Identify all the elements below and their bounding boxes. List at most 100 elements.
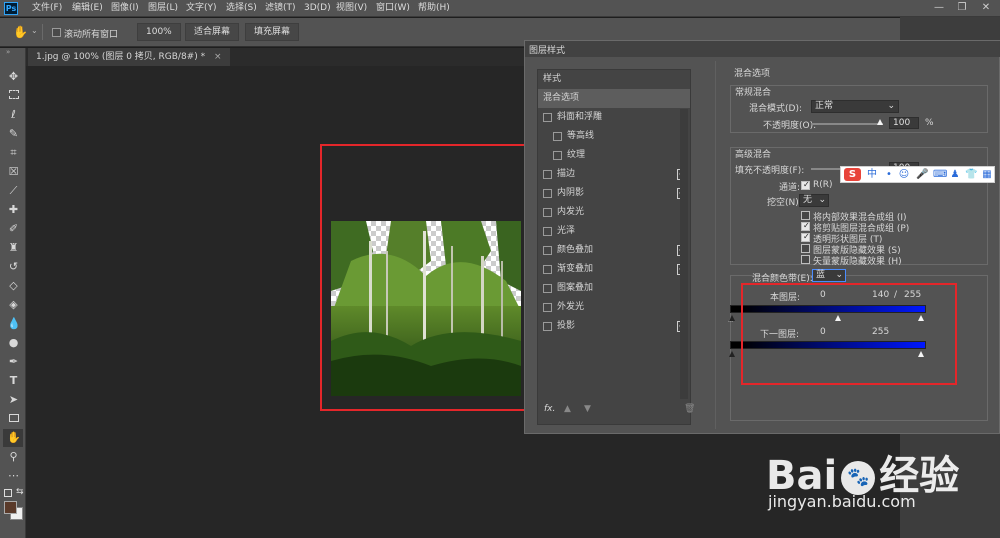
opacity-slider-thumb[interactable] [877, 119, 883, 125]
menu-help[interactable]: 帮助(H) [418, 2, 450, 15]
style-item[interactable]: 光泽 [538, 222, 690, 241]
menu-edit[interactable]: 编辑(E) [72, 2, 103, 15]
style-item-checkbox[interactable] [543, 170, 552, 179]
quick-select-icon[interactable]: ✎ [7, 127, 20, 140]
style-item[interactable]: 渐变叠加+ [538, 260, 690, 279]
sogou-logo[interactable]: S [844, 168, 861, 181]
punctuation-icon[interactable]: • [883, 169, 895, 181]
style-item-checkbox[interactable] [553, 132, 562, 141]
history-brush-icon[interactable]: ↺ [7, 260, 20, 273]
blend-mode-select[interactable]: 正常 ⌄ [811, 100, 899, 113]
move-up-icon[interactable]: ▲ [564, 404, 571, 414]
style-item[interactable]: 描边+ [538, 165, 690, 184]
move-down-icon[interactable]: ▼ [584, 404, 591, 414]
style-item-checkbox[interactable] [543, 189, 552, 198]
styles-header[interactable]: 样式 [538, 70, 690, 89]
this-layer-black-thumb[interactable] [729, 315, 735, 321]
crop-icon[interactable]: ⌗ [7, 146, 20, 159]
zoom-icon[interactable]: ⚲ [7, 450, 20, 463]
advanced-option-checkbox[interactable] [801, 221, 810, 231]
menu-image[interactable]: 图像(I) [111, 2, 139, 15]
eyedropper-icon[interactable]: ⟋ [7, 184, 20, 197]
fill-screen-button[interactable]: 填充屏幕 [245, 23, 300, 41]
lasso-icon[interactable]: ℓ [7, 108, 20, 121]
mic-icon[interactable]: 🎤 [916, 169, 928, 181]
eraser-icon[interactable]: ◇ [7, 279, 20, 292]
style-item[interactable]: 内发光 [538, 203, 690, 222]
style-item-checkbox[interactable] [553, 151, 562, 160]
style-item[interactable]: 斜面和浮雕 [538, 108, 690, 127]
frame-icon[interactable]: ☒ [7, 165, 20, 178]
zoom-100-button[interactable]: 100% [137, 23, 181, 41]
brush-icon[interactable]: ✐ [7, 222, 20, 235]
pen-icon[interactable]: ✒ [7, 355, 20, 368]
path-select-icon[interactable]: ➤ [7, 393, 20, 406]
minimize-button[interactable]: — [928, 1, 950, 15]
blur-icon[interactable]: 💧 [7, 317, 21, 330]
menu-filter[interactable]: 滤镜(T) [265, 2, 296, 15]
type-icon[interactable]: T [7, 374, 20, 387]
style-item-checkbox[interactable] [543, 284, 552, 293]
user-icon[interactable]: ♟ [949, 169, 961, 181]
advanced-option-checkbox[interactable] [801, 255, 810, 264]
blend-options-item[interactable]: 混合选项 [538, 89, 690, 108]
menu-3d[interactable]: 3D(D) [304, 2, 331, 15]
ime-lang[interactable]: 中 [866, 169, 878, 181]
collapse-icon[interactable]: » [6, 48, 10, 56]
keyboard-icon[interactable]: ⌨ [933, 169, 947, 181]
style-item[interactable]: 外发光 [538, 298, 690, 317]
blend-if-channel-select[interactable]: 蓝 ⌄ [812, 269, 846, 282]
fx-button[interactable]: fx. [544, 404, 555, 414]
more-icon[interactable]: ⋯ [7, 469, 20, 482]
hand-tool-icon[interactable]: ✋ [13, 25, 28, 39]
dialog-titlebar[interactable]: 图层样式 [525, 41, 1000, 57]
foreground-color-swatch[interactable] [4, 501, 17, 514]
skin-icon[interactable]: 👕 [965, 169, 977, 181]
move-icon[interactable]: ✥ [7, 70, 20, 83]
stamp-icon[interactable]: ♜ [7, 241, 20, 254]
style-item[interactable]: 图案叠加 [538, 279, 690, 298]
style-item[interactable]: 投影+ [538, 317, 690, 336]
style-item-checkbox[interactable] [543, 208, 552, 217]
tool-preset-chevron-icon[interactable]: ⌄ [31, 26, 38, 35]
under-layer-black-thumb[interactable] [729, 351, 735, 357]
style-item-checkbox[interactable] [543, 265, 552, 274]
swap-colors-icon[interactable]: ⇆ [16, 487, 24, 497]
healing-icon[interactable]: ✚ [7, 203, 20, 216]
advanced-option-checkbox[interactable] [801, 244, 810, 253]
opacity-slider[interactable] [811, 123, 883, 125]
channel-r-checkbox[interactable] [801, 180, 810, 190]
menu-type[interactable]: 文字(Y) [186, 2, 217, 15]
document-tab[interactable]: 1.jpg @ 100% (图层 0 拷贝, RGB/8#) * × [28, 48, 230, 66]
emoji-icon[interactable]: ☺ [898, 169, 910, 181]
rectangle-icon[interactable] [7, 412, 20, 425]
fit-screen-button[interactable]: 适合屏幕 [185, 23, 240, 41]
advanced-option-checkbox[interactable] [801, 211, 810, 220]
style-item[interactable]: 颜色叠加+ [538, 241, 690, 260]
menu-window[interactable]: 窗口(W) [376, 2, 410, 15]
paint-bucket-icon[interactable]: ◈ [7, 298, 20, 311]
style-item-checkbox[interactable] [543, 227, 552, 236]
menu-view[interactable]: 视图(V) [336, 2, 367, 15]
default-colors-icon[interactable] [4, 489, 12, 497]
styles-scrollbar[interactable] [680, 109, 688, 399]
menu-select[interactable]: 选择(S) [226, 2, 257, 15]
menu-file[interactable]: 文件(F) [32, 2, 62, 15]
close-window-button[interactable]: ✕ [975, 1, 997, 15]
toolbox-icon[interactable]: ▦ [981, 169, 993, 181]
dodge-icon[interactable]: ● [7, 336, 20, 349]
restore-button[interactable]: ❐ [951, 1, 973, 15]
style-item[interactable]: 纹理 [538, 146, 690, 165]
style-item[interactable]: 内阴影+ [538, 184, 690, 203]
style-item-checkbox[interactable] [543, 322, 552, 331]
delete-icon[interactable]: 🗑 [684, 404, 695, 414]
menu-layer[interactable]: 图层(L) [148, 2, 178, 15]
marquee-icon[interactable] [7, 89, 20, 102]
scroll-all-checkbox[interactable] [52, 28, 61, 40]
close-tab-icon[interactable]: × [214, 52, 222, 62]
opacity-input[interactable]: 100 [889, 117, 919, 129]
style-item-checkbox[interactable] [543, 303, 552, 312]
style-item-checkbox[interactable] [543, 113, 552, 122]
hand-icon[interactable]: ✋ [7, 431, 21, 444]
advanced-option-checkbox[interactable] [801, 232, 810, 242]
